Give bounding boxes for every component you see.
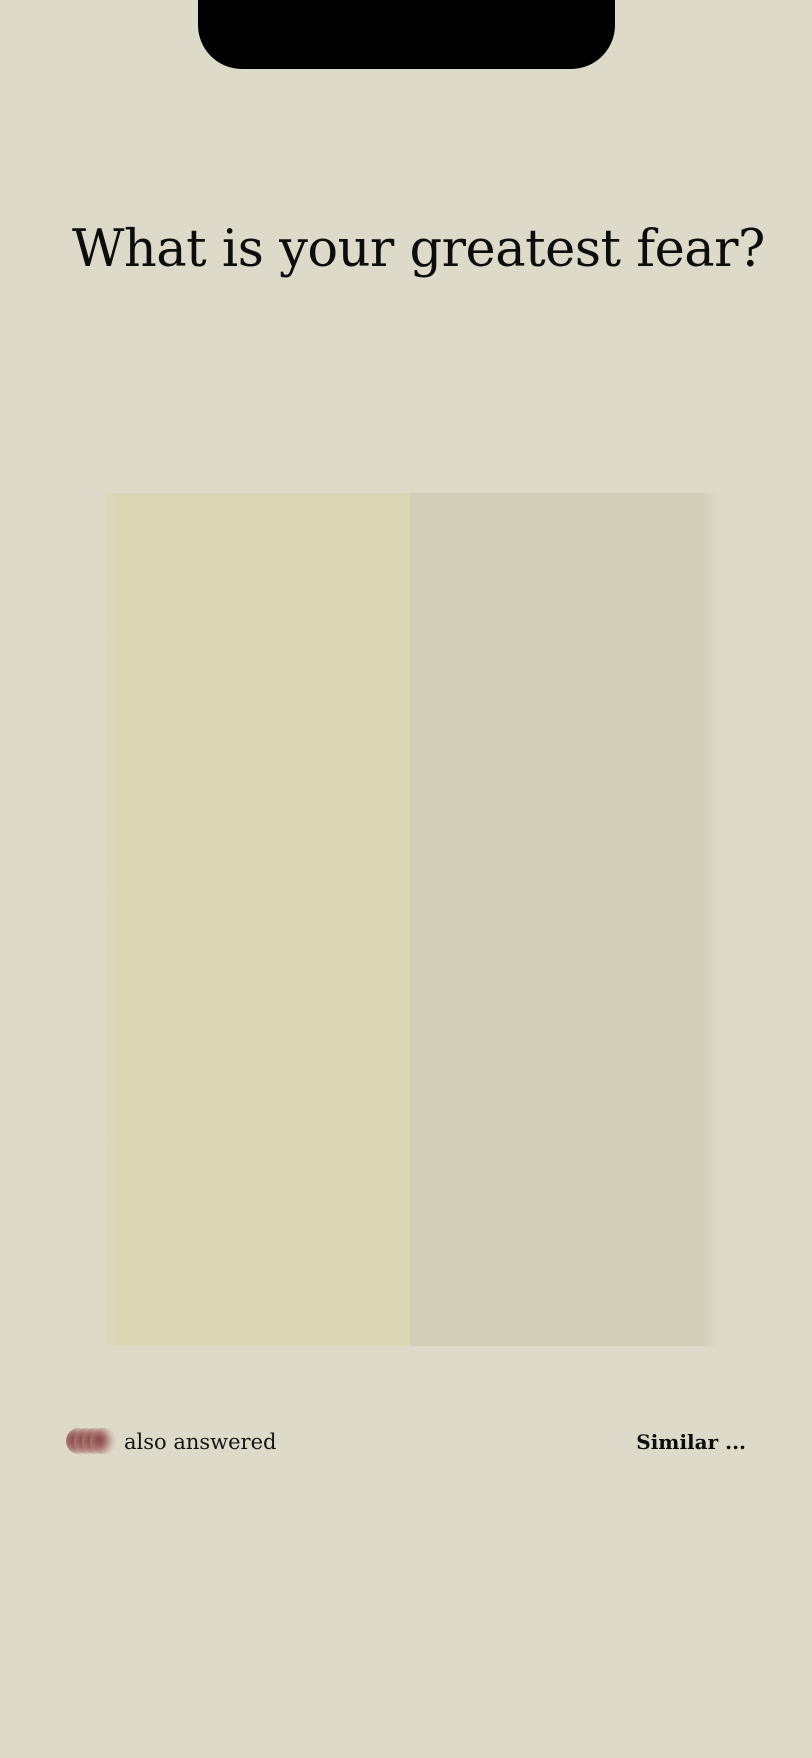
left-answer-card[interactable] (100, 493, 410, 1346)
similar-button[interactable]: Similar ... (636, 1430, 746, 1454)
also-answered-link[interactable]: also answered (66, 1428, 276, 1456)
question-footer: also answered Similar ... (66, 1424, 746, 1460)
answer-cards (100, 493, 720, 1346)
device-notch (198, 0, 615, 69)
right-answer-card[interactable] (410, 493, 720, 1346)
avatar-stack-icon (66, 1428, 116, 1456)
question-title: What is your greatest fear? (72, 220, 765, 279)
also-answered-label: also answered (124, 1430, 277, 1454)
avatar (90, 1428, 116, 1454)
